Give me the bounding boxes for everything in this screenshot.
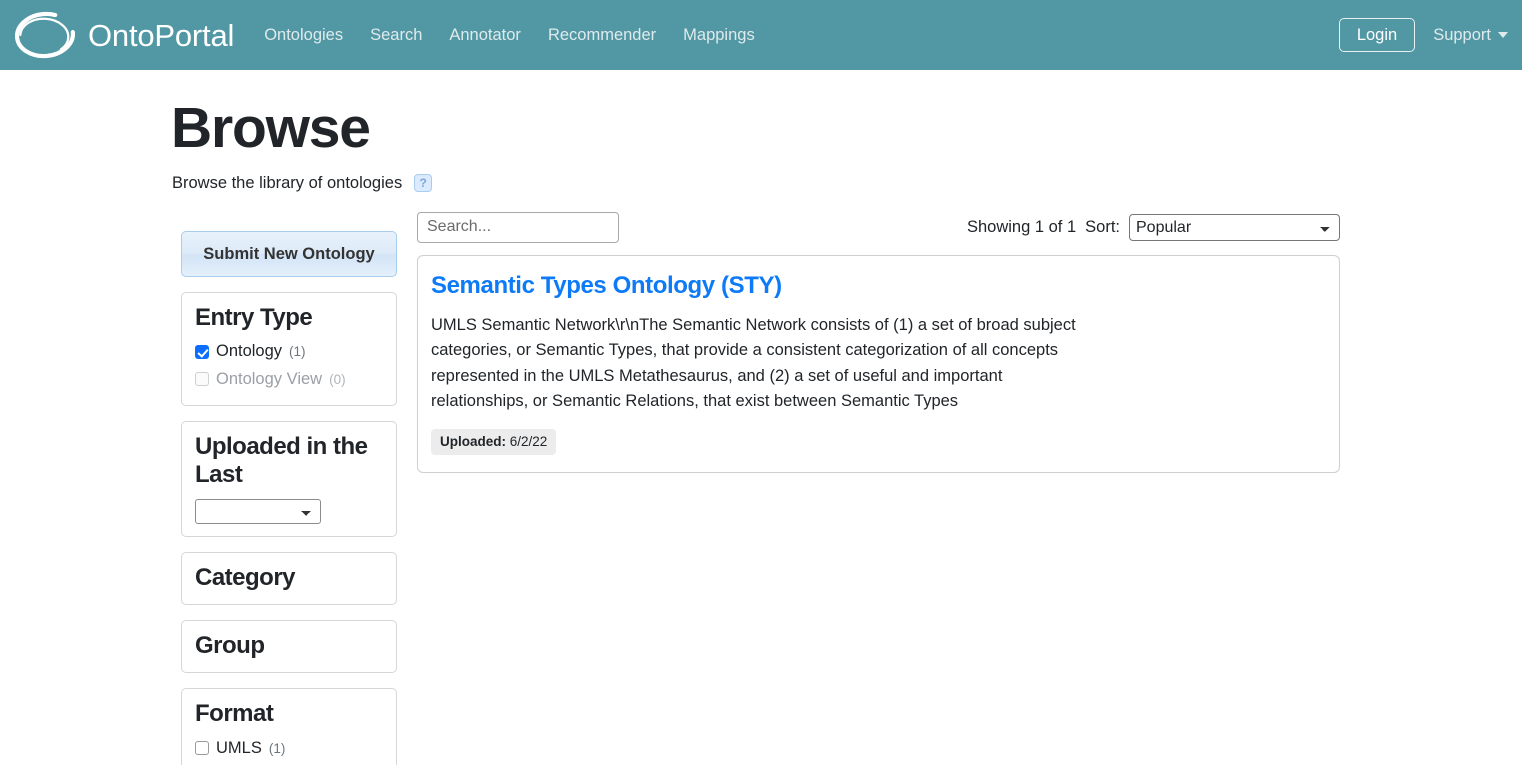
facet-format: Format UMLS (1) (181, 688, 397, 765)
nav-link-recommender[interactable]: Recommender (548, 27, 656, 44)
facet-option-ontology-view: Ontology View (0) (195, 366, 383, 393)
facet-title-uploaded-in-the-last: Uploaded in the Last (195, 433, 368, 489)
facet-option-umls[interactable]: UMLS (1) (195, 735, 383, 762)
facet-option-count: (1) (289, 344, 306, 360)
content-area: Submit New Ontology Entry Type Ontology … (0, 193, 1522, 765)
ontology-result-card: Semantic Types Ontology (STY) UMLS Seman… (417, 254, 1340, 473)
nav-link-annotator[interactable]: Annotator (449, 27, 521, 44)
sort-select[interactable]: Popular (1129, 213, 1340, 241)
uploaded-badge-value: 6/2/22 (509, 433, 548, 449)
facet-uploaded-in-the-last: Uploaded in the Last (181, 421, 397, 537)
primary-nav: Ontologies Search Annotator Recommender … (264, 27, 755, 44)
facet-title-group: Group (195, 631, 265, 659)
checkbox-ontology-view (195, 372, 209, 387)
facet-title-category: Category (195, 563, 296, 591)
showing-count-text: Showing 1 of 1 (966, 217, 1077, 236)
facet-category: Category (181, 551, 397, 605)
facet-entry-type: Entry Type Ontology (1) Ontology View (0… (181, 291, 397, 406)
facet-option-count: (1) (268, 740, 286, 756)
nav-link-mappings[interactable]: Mappings (683, 27, 755, 44)
search-input[interactable] (417, 211, 619, 243)
page-body: Browse Browse the library of ontologies … (0, 70, 1522, 765)
facet-title-entry-type: Entry Type (195, 303, 313, 331)
chevron-down-icon (1498, 32, 1508, 38)
facet-options-entry-type: Ontology (1) Ontology View (0) (195, 338, 383, 393)
login-button[interactable]: Login (1338, 17, 1416, 53)
question-mark-icon[interactable]: ? (414, 174, 433, 193)
uploaded-badge-label: Uploaded: (440, 433, 506, 449)
facet-option-count: (0) (329, 371, 346, 387)
submit-new-ontology-button[interactable]: Submit New Ontology (181, 230, 397, 277)
facet-option-label: Ontology (216, 342, 283, 361)
facet-option-label: UMLS (216, 738, 262, 757)
page-subtitle-row: Browse the library of ontologies ? (0, 162, 1522, 193)
nav-link-search[interactable]: Search (370, 27, 422, 44)
facet-sidebar: Submit New Ontology Entry Type Ontology … (181, 212, 397, 765)
top-navbar: OntoPortal Ontologies Search Annotator R… (0, 0, 1522, 70)
page-subtitle: Browse the library of ontologies (172, 173, 403, 192)
page-title: Browse (171, 96, 371, 160)
nav-link-ontologies[interactable]: Ontologies (264, 27, 343, 44)
support-dropdown[interactable]: Support (1433, 26, 1508, 45)
support-dropdown-label: Support (1433, 25, 1491, 44)
facet-group: Group (181, 619, 397, 674)
results-column: Showing 1 of 1 Sort: Popular Semantic Ty… (417, 211, 1340, 765)
facet-option-label: Ontology View (216, 369, 323, 388)
results-toolbar-right: Showing 1 of 1 Sort: Popular (966, 213, 1340, 241)
onto-ring-logo-icon (14, 11, 76, 59)
results-toolbar: Showing 1 of 1 Sort: Popular (417, 211, 1340, 243)
uploaded-badge: Uploaded: 6/2/22 (431, 428, 557, 455)
nav-right-group: Login Support (1338, 17, 1508, 53)
uploaded-in-the-last-select[interactable] (195, 498, 321, 524)
sort-label: Sort: (1085, 217, 1120, 236)
checkbox-umls[interactable] (195, 741, 209, 756)
checkbox-ontology[interactable] (195, 344, 209, 359)
ontology-title-link[interactable]: Semantic Types Ontology (STY) (431, 272, 782, 301)
ontology-description: UMLS Semantic Network\r\nThe Semantic Ne… (431, 316, 1076, 410)
brand-name: OntoPortal (88, 17, 235, 53)
facet-title-format: Format (195, 700, 274, 728)
facet-option-ontology[interactable]: Ontology (1) (195, 338, 383, 365)
brand-logo-link[interactable]: OntoPortal (8, 4, 234, 66)
facet-options-format: UMLS (1) (195, 735, 383, 762)
